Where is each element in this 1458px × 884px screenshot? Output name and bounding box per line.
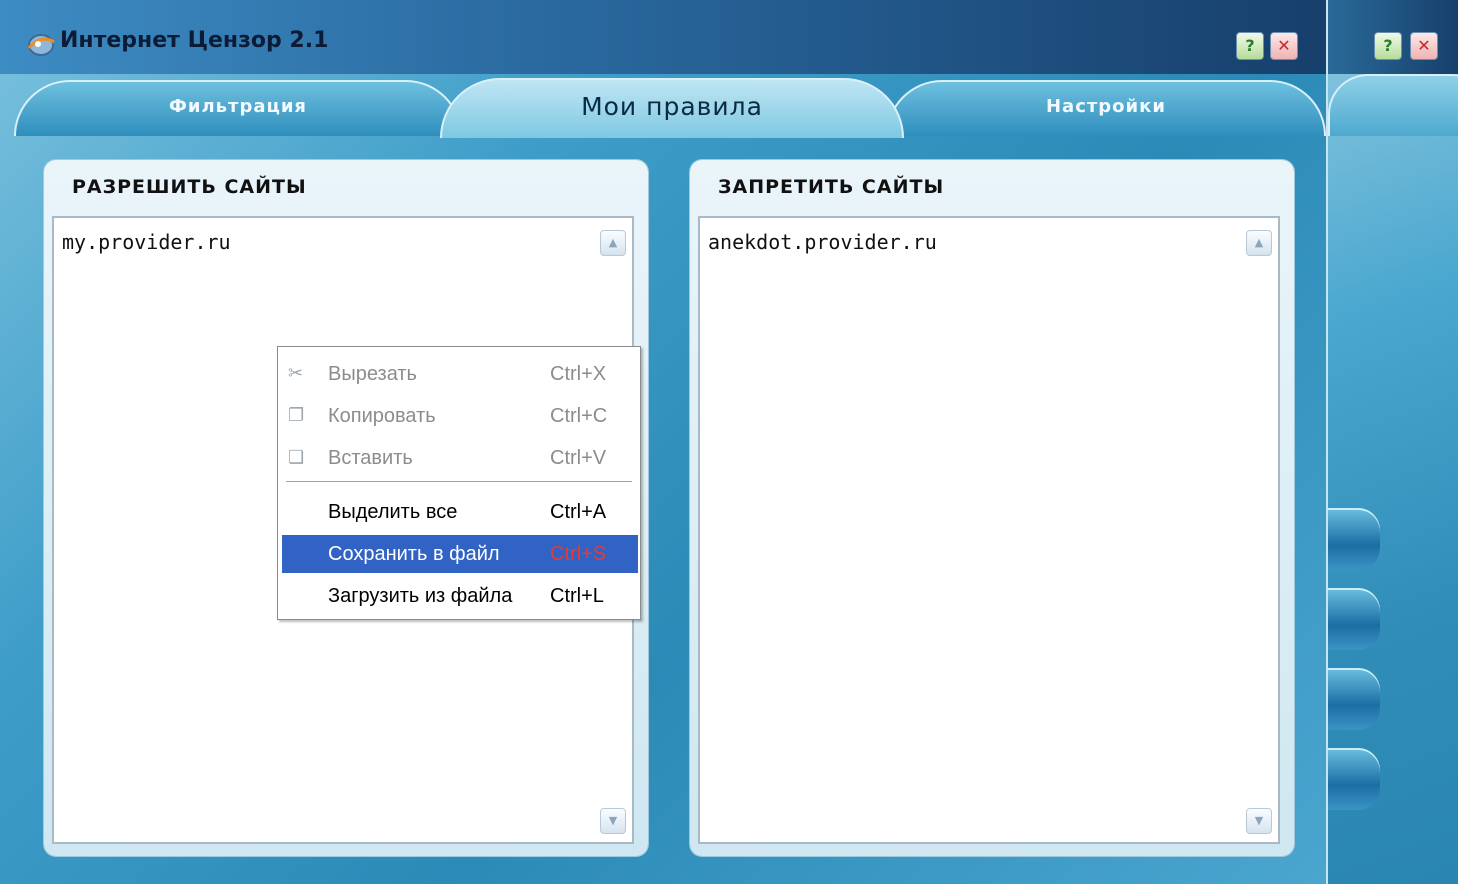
menu-separator (286, 481, 632, 482)
block-sites-list[interactable]: anekdot.provider.ru ▲ ▼ (698, 216, 1280, 844)
scroll-down-icon[interactable]: ▼ (1246, 808, 1272, 834)
close-button[interactable]: ✕ (1270, 32, 1298, 60)
background-tab[interactable] (1328, 74, 1458, 136)
scroll-up-icon[interactable]: ▲ (1246, 230, 1272, 256)
menu-item-shortcut: Ctrl+L (550, 585, 604, 607)
background-button-1[interactable] (1326, 508, 1380, 570)
app-title: Интернет Цензор 2.1 (60, 28, 329, 53)
tab-filtering-label: Фильтрация (168, 96, 307, 117)
menu-item-load-from-file[interactable]: Загрузить из файла Ctrl+L (282, 577, 638, 615)
tab-settings-label: Настройки (1045, 96, 1166, 117)
help-button[interactable]: ? (1236, 32, 1264, 60)
context-menu: ✂ Вырезать Ctrl+X ❐ Копировать Ctrl+C ❏ … (277, 346, 641, 620)
block-sites-panel: ЗАПРЕТИТЬ САЙТЫ anekdot.provider.ru ▲ ▼ (690, 160, 1294, 856)
menu-item-shortcut: Ctrl+C (550, 405, 608, 427)
background-button-2[interactable] (1326, 588, 1380, 650)
scissors-icon: ✂ (288, 363, 304, 383)
tab-bar: Фильтрация Настройки Мои правила (0, 74, 1326, 138)
app-logo-icon (27, 34, 55, 56)
menu-item-paste[interactable]: ❏ Вставить Ctrl+V (282, 439, 638, 477)
block-sites-title: ЗАПРЕТИТЬ САЙТЫ (718, 176, 945, 198)
menu-item-select-all[interactable]: Выделить все Ctrl+A (282, 493, 638, 531)
tab-settings[interactable]: Настройки (886, 80, 1326, 136)
titlebar: Интернет Цензор 2.1 ? ✕ (0, 0, 1326, 74)
background-button-3[interactable] (1326, 668, 1380, 730)
menu-item-label: Копировать (328, 405, 436, 427)
menu-item-label: Выделить все (328, 501, 458, 523)
background-close-button[interactable]: ✕ (1410, 32, 1438, 60)
menu-item-copy[interactable]: ❐ Копировать Ctrl+C (282, 397, 638, 435)
background-help-button[interactable]: ? (1374, 32, 1402, 60)
menu-item-cut[interactable]: ✂ Вырезать Ctrl+X (282, 355, 638, 393)
background-button-4[interactable] (1326, 748, 1380, 810)
menu-item-shortcut: Ctrl+V (550, 447, 607, 469)
allow-sites-title: РАЗРЕШИТЬ САЙТЫ (72, 176, 307, 198)
tab-filtering[interactable]: Фильтрация (14, 80, 462, 136)
block-site-entry[interactable]: anekdot.provider.ru (708, 230, 937, 254)
scroll-up-icon[interactable]: ▲ (600, 230, 626, 256)
menu-item-label: Сохранить в файл (328, 543, 500, 565)
menu-item-label: Вырезать (328, 363, 417, 385)
tab-my-rules[interactable]: Мои правила (440, 78, 904, 138)
menu-item-label: Вставить (328, 447, 413, 469)
menu-item-save-to-file[interactable]: Сохранить в файл Ctrl+S (282, 535, 638, 573)
menu-item-shortcut: Ctrl+X (550, 363, 607, 385)
copy-icon: ❐ (288, 405, 305, 425)
tab-my-rules-label: Мои правила (581, 92, 763, 121)
menu-item-label: Загрузить из файла (328, 585, 513, 607)
menu-item-shortcut: Ctrl+S (550, 543, 607, 565)
allow-site-entry[interactable]: my.provider.ru (62, 230, 231, 254)
menu-item-shortcut: Ctrl+A (550, 501, 607, 523)
paste-icon: ❏ (288, 447, 305, 467)
main-window: Интернет Цензор 2.1 ? ✕ Фильтрация Настр… (0, 0, 1328, 884)
scroll-down-icon[interactable]: ▼ (600, 808, 626, 834)
